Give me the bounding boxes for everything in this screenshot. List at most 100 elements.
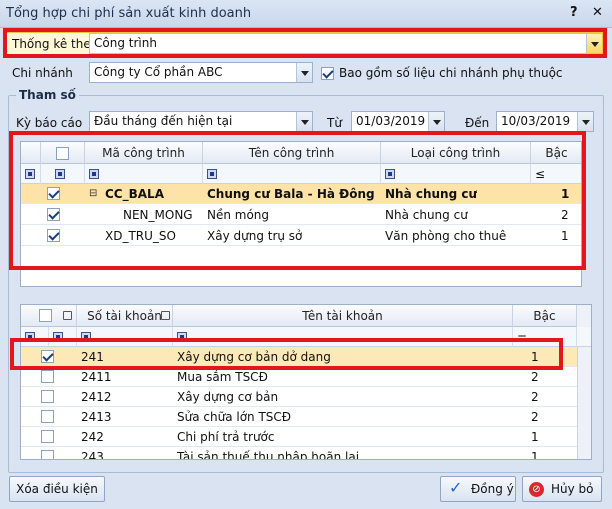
row-checkbox[interactable]	[47, 229, 60, 242]
row-level: 2	[531, 410, 539, 424]
row-level: 2	[531, 370, 539, 384]
row-level: 1	[561, 187, 570, 201]
vertical-scrollbar[interactable]	[577, 347, 591, 459]
window-title: Tổng hợp chi phí sản xuất kinh doanh	[6, 6, 252, 21]
chevron-down-icon[interactable]	[296, 112, 312, 131]
row-name: Chung cư Bala - Hà Đông	[207, 187, 375, 201]
ok-button[interactable]: ✓ Đồng ý	[440, 476, 516, 502]
collapse-icon[interactable]: ⊟	[89, 184, 97, 204]
pin-icon[interactable]	[161, 311, 170, 320]
help-icon[interactable]: ?	[570, 5, 578, 20]
tu-value: 01/03/2019	[356, 114, 426, 128]
table-row[interactable]: XD_TRU_SO Xây dựng trụ sở Văn phòng cho …	[21, 226, 581, 246]
cancel-label: Hủy bỏ	[551, 482, 594, 496]
row-level: 2	[531, 390, 539, 404]
table-row[interactable]: ⊟ CC_BALA Chung cư Bala - Hà Đông Nhà ch…	[21, 184, 581, 204]
row-checkbox[interactable]	[41, 370, 54, 383]
thong-ke-value: Công trình	[94, 36, 157, 50]
header-select-all[interactable]	[21, 305, 77, 327]
filter-bac-operator[interactable]: ≤	[535, 164, 545, 184]
calendar-dropdown-icon[interactable]	[577, 112, 593, 131]
row-code: XD_TRU_SO	[105, 229, 176, 243]
filter-icon[interactable]	[207, 169, 217, 179]
include-branch-label: Bao gồm số liệu chi nhánh phụ thuộc	[339, 66, 563, 80]
row-checkbox[interactable]	[41, 410, 54, 423]
row-name: Xây dựng cơ bản	[177, 390, 279, 404]
row-checkbox[interactable]	[41, 450, 54, 459]
table-row[interactable]: 242 Chi phí trả trước 1	[21, 427, 591, 447]
filter-icon[interactable]	[81, 332, 91, 342]
table-row[interactable]: 243 Tài sản thuế thu nhập hoãn lại 1	[21, 447, 591, 460]
row-checkbox[interactable]	[47, 187, 60, 200]
table-row[interactable]: NEN_MONG Nền móng Nhà chung cư 2	[21, 205, 581, 225]
cong-trinh-grid[interactable]: Mã công trình Tên công trình Loại công t…	[20, 141, 583, 287]
row-code: 243	[81, 450, 104, 460]
chevron-down-icon[interactable]	[586, 34, 602, 53]
cancel-button[interactable]: ⊘ Hủy bỏ	[522, 476, 602, 502]
cancel-icon: ⊘	[529, 482, 544, 497]
row-name: Tài sản thuế thu nhập hoãn lại	[177, 450, 360, 460]
row-checkbox[interactable]	[41, 430, 54, 443]
header-bac[interactable]: Bậc	[513, 305, 577, 327]
header-ten-cong-trinh[interactable]: Tên công trình	[203, 142, 381, 164]
row-level: 2	[561, 208, 569, 222]
header-select-all[interactable]	[41, 142, 85, 164]
filter-icon[interactable]	[53, 332, 63, 342]
chi-nhanh-value: Công ty Cổ phần ABC	[94, 65, 223, 79]
pin-icon[interactable]	[63, 311, 72, 320]
tai-khoan-grid[interactable]: Số tài khoản Tên tài khoản Bậc = 241 Xây…	[20, 304, 592, 460]
row-level: 1	[531, 350, 539, 364]
clear-conditions-button[interactable]: Xóa điều kiện	[9, 476, 105, 502]
select-all-checkbox[interactable]	[56, 147, 69, 160]
grid-header: Số tài khoản Tên tài khoản Bậc	[21, 305, 591, 327]
table-row[interactable]: 241 Xây dựng cơ bản dở dang 1	[21, 347, 591, 367]
params-title: Tham số	[16, 88, 79, 102]
chi-nhanh-label: Chi nhánh	[12, 66, 73, 80]
thong-ke-select[interactable]: Công trình	[89, 33, 603, 54]
close-icon[interactable]: ✕	[592, 5, 603, 20]
den-label: Đến	[465, 116, 490, 130]
select-all-checkbox[interactable]	[39, 309, 52, 322]
chevron-down-icon[interactable]	[296, 63, 312, 82]
filter-bac-operator[interactable]: =	[517, 327, 527, 347]
filter-icon[interactable]	[177, 332, 187, 342]
row-code: 241	[81, 350, 104, 364]
grid-header: Mã công trình Tên công trình Loại công t…	[21, 142, 583, 164]
den-value: 10/03/2019	[501, 114, 571, 128]
chi-nhanh-select[interactable]: Công ty Cổ phần ABC	[89, 62, 313, 83]
ky-bao-cao-select[interactable]: Đầu tháng đến hiện tại	[89, 111, 313, 132]
row-type: Văn phòng cho thuê	[385, 229, 507, 243]
filter-icon[interactable]	[25, 332, 35, 342]
include-branch-checkbox[interactable]	[321, 67, 334, 80]
row-checkbox[interactable]	[41, 350, 54, 363]
ok-label: Đồng ý	[471, 482, 514, 496]
table-row[interactable]: 2411 Mua sắm TSCĐ 2	[21, 367, 591, 387]
row-checkbox[interactable]	[41, 390, 54, 403]
row-code: CC_BALA	[105, 187, 164, 201]
den-date-input[interactable]: 10/03/2019	[496, 111, 594, 132]
window-titlebar: Tổng hợp chi phí sản xuất kinh doanh ? ✕	[0, 0, 612, 28]
row-name: Nền móng	[207, 208, 270, 222]
header-loai-cong-trinh[interactable]: Loại công trình	[381, 142, 531, 164]
filter-icon[interactable]	[55, 169, 65, 179]
filter-icon[interactable]	[25, 169, 35, 179]
checkmark-icon: ✓	[449, 478, 463, 497]
calendar-dropdown-icon[interactable]	[428, 112, 444, 131]
row-type: Nhà chung cư	[385, 208, 468, 222]
row-checkbox[interactable]	[47, 208, 60, 221]
header-ma-cong-trinh[interactable]: Mã công trình	[85, 142, 203, 164]
row-code: 242	[81, 430, 104, 444]
filter-icon[interactable]	[89, 169, 99, 179]
thong-ke-label: Thống kê theo	[12, 37, 99, 51]
tu-date-input[interactable]: 01/03/2019	[351, 111, 445, 132]
filter-icon[interactable]	[385, 169, 395, 179]
table-row[interactable]: 2413 Sửa chữa lớn TSCĐ 2	[21, 407, 591, 427]
header-bac[interactable]: Bậc	[531, 142, 583, 164]
header-ten-tai-khoan[interactable]: Tên tài khoản	[173, 305, 513, 327]
header-so-tai-khoan[interactable]: Số tài khoản	[77, 305, 173, 327]
tu-label: Từ	[327, 116, 342, 130]
row-code: NEN_MONG	[123, 208, 193, 222]
table-row[interactable]: 2412 Xây dựng cơ bản 2	[21, 387, 591, 407]
row-code: 2411	[81, 370, 112, 384]
row-name: Chi phí trả trước	[177, 430, 275, 444]
